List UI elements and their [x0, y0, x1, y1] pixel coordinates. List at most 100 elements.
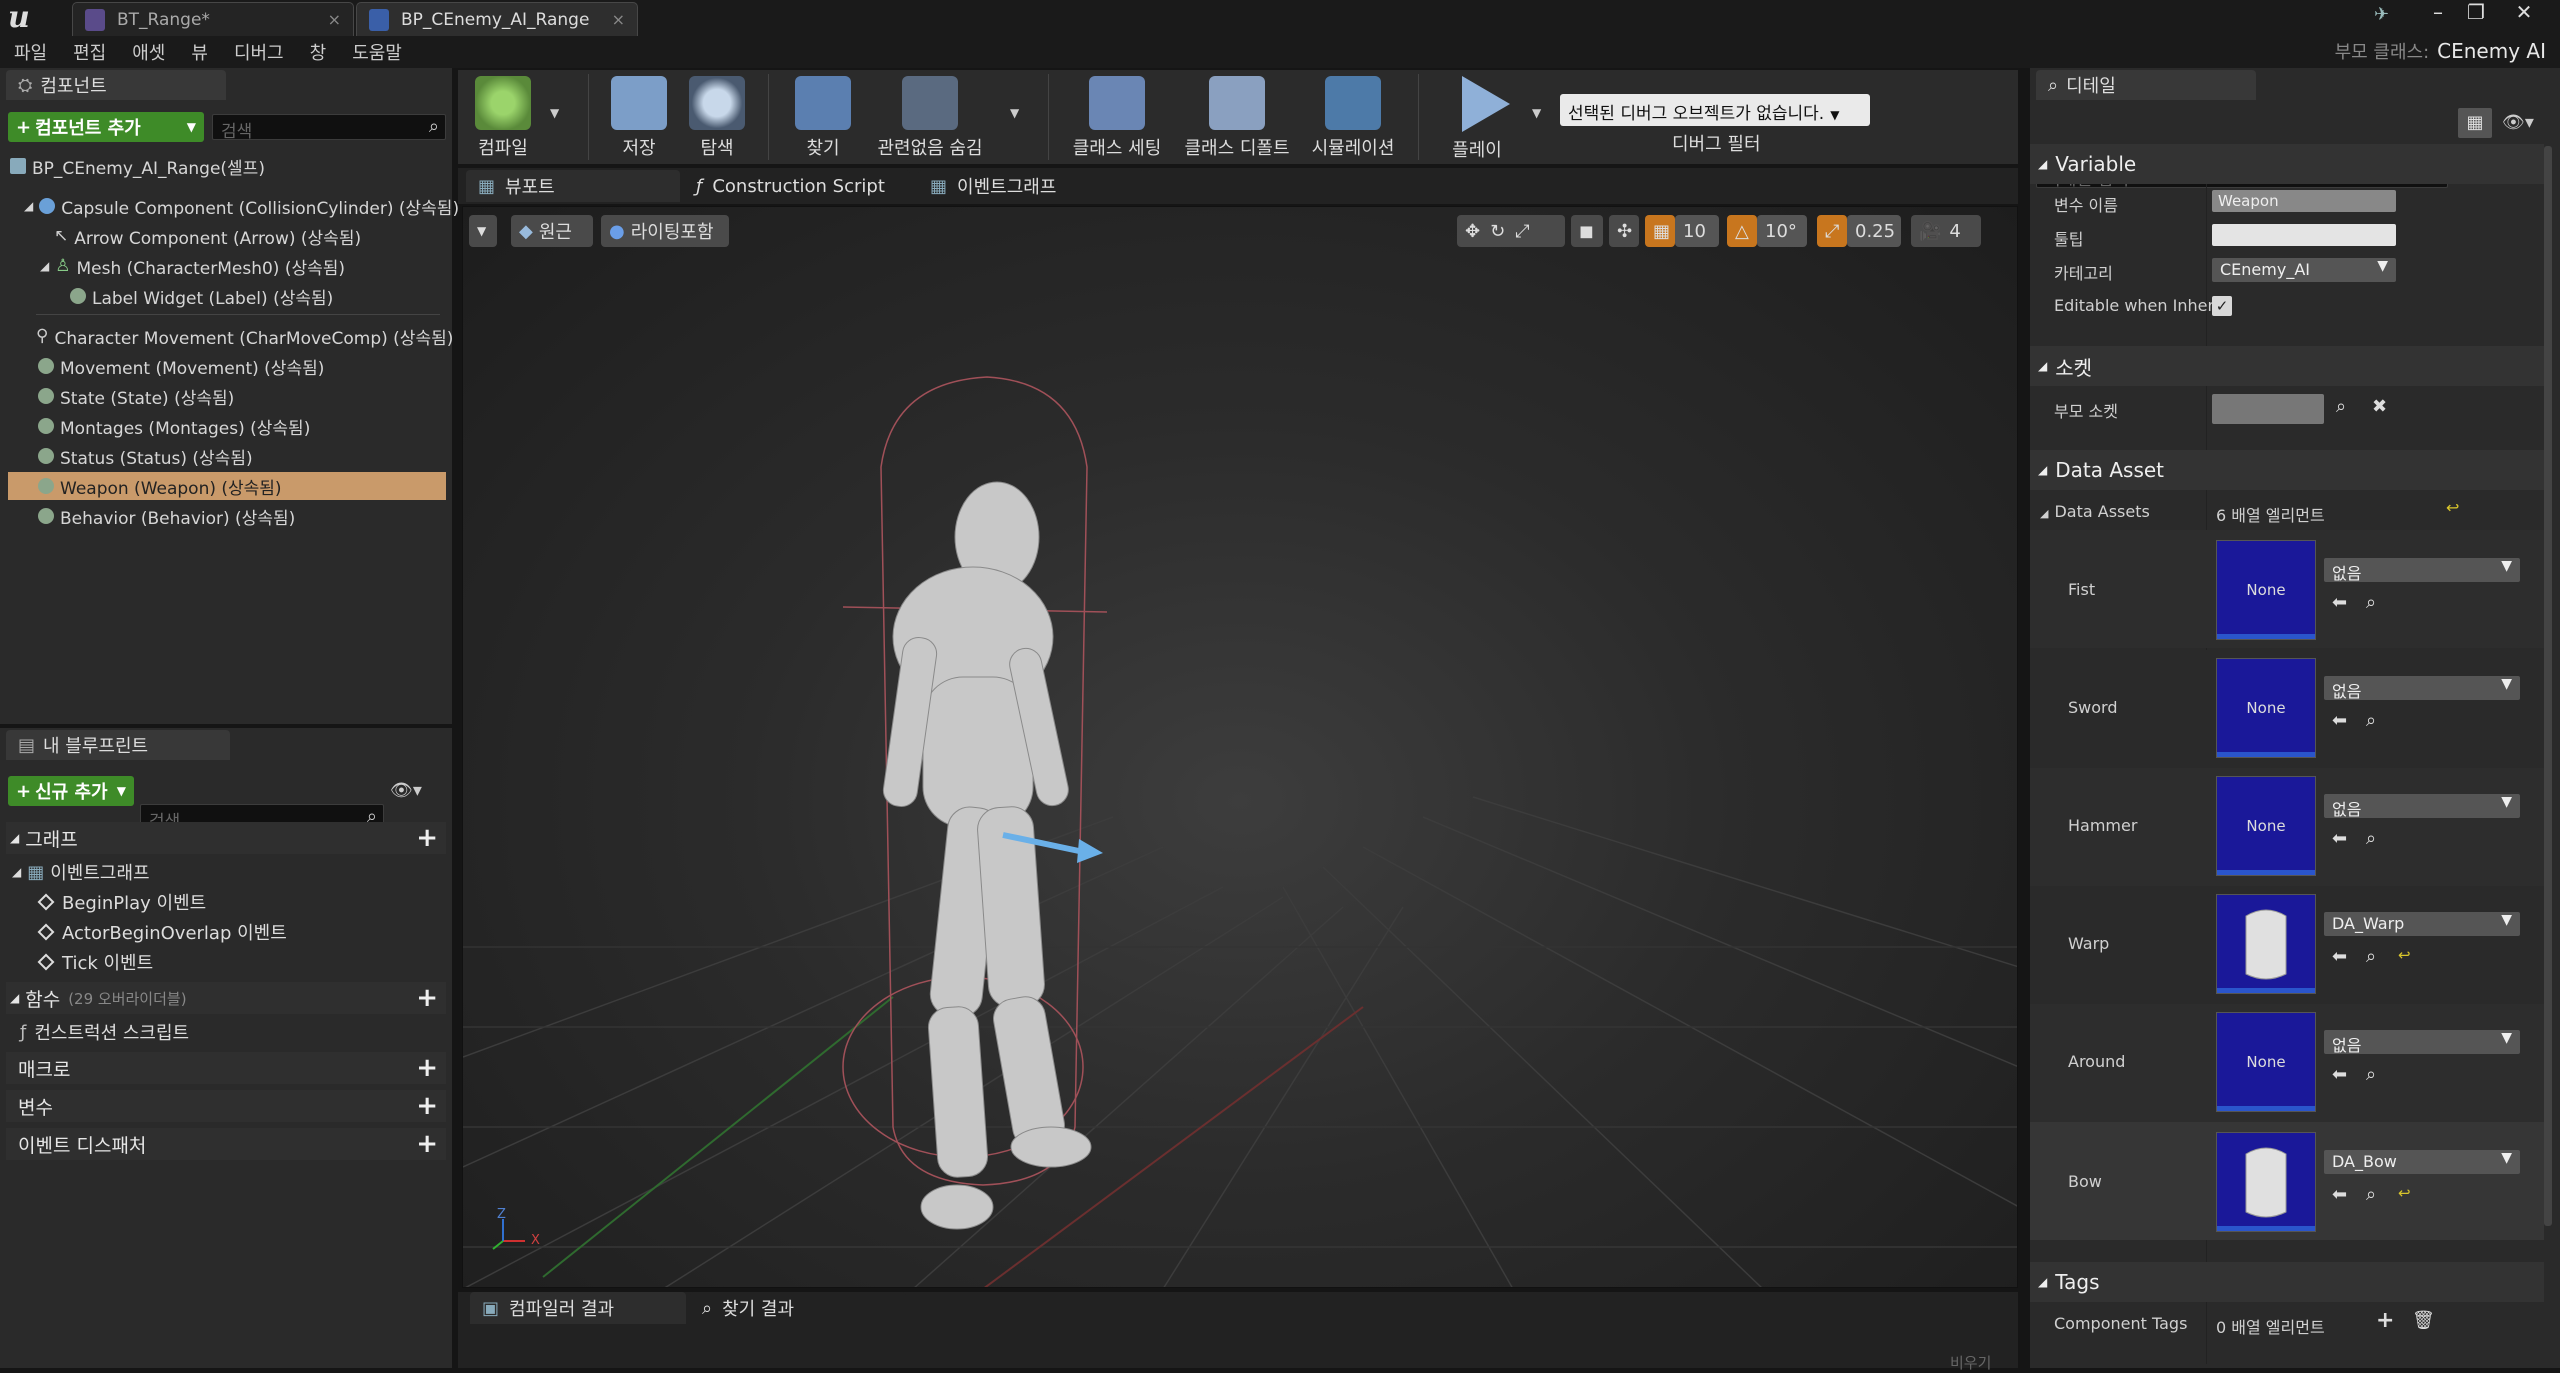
event-item[interactable]: BeginPlay 이벤트	[37, 888, 206, 916]
asset-thumbnail[interactable]	[2216, 894, 2316, 994]
browse-search-icon[interactable]: ⌕	[2366, 592, 2376, 613]
compile-button[interactable]: 컴파일	[458, 70, 548, 164]
restore-button[interactable]: ❐	[2458, 0, 2494, 24]
feedback-icon[interactable]: ✈	[2374, 4, 2400, 26]
category-data-asset[interactable]: ◢ Data Asset	[2030, 450, 2544, 490]
grid-snap-toggle[interactable]: ▦	[1645, 215, 1675, 247]
section-event-dispatchers[interactable]: 이벤트 디스패처 +	[6, 1128, 446, 1160]
find-button[interactable]: 찾기	[778, 70, 868, 164]
component-item[interactable]: ◢ Capsule Component (CollisionCylinder) …	[8, 192, 459, 220]
category-select[interactable]: CEnemy_AI ▼	[2212, 258, 2396, 282]
hide-unrelated-button[interactable]: 관련없음 숨김	[870, 70, 990, 164]
event-item[interactable]: ActorBeginOverlap 이벤트	[37, 918, 287, 946]
asset-select[interactable]: 없음 ▼	[2324, 558, 2520, 583]
reset-to-default-icon[interactable]: ↩	[2398, 1184, 2411, 1202]
scale-snap-toggle[interactable]: ⤢	[1817, 215, 1847, 247]
browse-search-icon[interactable]: ⌕	[2366, 946, 2376, 967]
eye-view-options-icon[interactable]: 👁▾	[2502, 112, 2534, 133]
add-component-button[interactable]: + 컴포넌트 추가 ▼	[8, 112, 204, 142]
close-icon[interactable]: ×	[612, 10, 625, 29]
parent-class-link[interactable]: CEnemy AI	[2437, 39, 2546, 63]
asset-thumbnail[interactable]: None	[2216, 658, 2316, 758]
component-root[interactable]: BP_CEnemy_AI_Range(셀프)	[10, 152, 448, 180]
menu-help[interactable]: 도움말	[352, 39, 402, 65]
browse-button[interactable]: 탐색	[672, 70, 762, 164]
editable-when-inherited-checkbox[interactable]: ✓	[2212, 296, 2232, 316]
use-selected-arrow-icon[interactable]: ⬅	[2332, 592, 2347, 613]
unreal-logo-icon[interactable]: u	[8, 2, 42, 34]
lit-mode-button[interactable]: ● 라이팅포함	[601, 215, 729, 247]
asset-select[interactable]: 없음 ▼	[2324, 676, 2520, 701]
browse-search-icon[interactable]: ⌕	[2366, 1064, 2376, 1085]
browse-search-icon[interactable]: ⌕	[2366, 828, 2376, 849]
component-item[interactable]: Montages (Montages) (상속됨)	[8, 412, 446, 440]
category-tags[interactable]: ◢ Tags	[2030, 1262, 2544, 1302]
reset-to-default-icon[interactable]: ↩	[2398, 946, 2411, 964]
menu-asset[interactable]: 애셋	[132, 39, 165, 65]
add-variable-button[interactable]: +	[416, 1091, 438, 1121]
rotate-icon[interactable]: ↻	[1490, 221, 1505, 242]
class-settings-button[interactable]: 클래스 세팅	[1062, 70, 1172, 164]
section-functions[interactable]: ◢ 함수 (29 오버라이더블) +	[6, 982, 446, 1014]
component-item[interactable]: Behavior (Behavior) (상속됨)	[8, 502, 446, 530]
asset-thumbnail[interactable]: None	[2216, 540, 2316, 640]
category-socket[interactable]: ◢ 소켓	[2030, 346, 2544, 386]
tab-construction-script[interactable]: ƒ Construction Script	[684, 170, 910, 202]
menu-debug[interactable]: 디버그	[234, 39, 284, 65]
variable-name-input[interactable]: Weapon	[2212, 190, 2396, 212]
search-icon[interactable]: ⌕	[2336, 396, 2346, 417]
viewport-options-button[interactable]: ▼	[469, 215, 497, 247]
asset-select[interactable]: DA_Warp ▼	[2324, 912, 2520, 936]
rotation-snap-toggle[interactable]: △	[1727, 215, 1757, 247]
add-graph-button[interactable]: +	[416, 823, 438, 853]
asset-thumbnail[interactable]	[2216, 1132, 2316, 1232]
tab-compiler-results[interactable]: ▣ 컴파일러 결과	[470, 1292, 686, 1324]
use-selected-arrow-icon[interactable]: ⬅	[2332, 710, 2347, 731]
close-window-button[interactable]: ✕	[2506, 0, 2542, 24]
scale-snap-value[interactable]: 0.25	[1847, 215, 1901, 247]
chevron-down-icon[interactable]: ▼	[1010, 106, 1019, 120]
menu-view[interactable]: 뷰	[191, 39, 208, 65]
asset-select[interactable]: 없음 ▼	[2324, 1030, 2520, 1055]
perspective-button[interactable]: ◆ 원근	[511, 215, 593, 247]
parent-socket-input[interactable]	[2212, 394, 2324, 424]
use-selected-arrow-icon[interactable]: ⬅	[2332, 946, 2347, 967]
eye-view-options-icon[interactable]: 👁▾	[390, 780, 440, 804]
add-element-plus-icon[interactable]: +	[2376, 1308, 2394, 1333]
component-item-selected[interactable]: Weapon (Weapon) (상속됨)	[8, 472, 446, 500]
tab-bt-range[interactable]: BT_Range* ×	[72, 2, 354, 36]
asset-thumbnail[interactable]: None	[2216, 776, 2316, 876]
component-item[interactable]: ↖ Arrow Component (Arrow) (상속됨)	[8, 222, 446, 250]
use-selected-arrow-icon[interactable]: ⬅	[2332, 1064, 2347, 1085]
section-macros[interactable]: 매크로 +	[6, 1052, 446, 1084]
world-local-button[interactable]: ◼	[1571, 215, 1603, 247]
play-button[interactable]: 플레이	[1432, 70, 1522, 164]
rotation-snap-value[interactable]: 10°	[1757, 215, 1807, 247]
transform-tools[interactable]: ✥ ↻ ⤢	[1457, 215, 1565, 247]
event-graph-item[interactable]: ◢ ▦ 이벤트그래프	[12, 858, 150, 886]
tab-components[interactable]: ⛭ 컴포넌트	[6, 70, 226, 100]
simulation-button[interactable]: 시뮬레이션	[1298, 70, 1408, 164]
add-dispatcher-button[interactable]: +	[416, 1129, 438, 1159]
event-item[interactable]: Tick 이벤트	[37, 948, 153, 976]
component-item[interactable]: Movement (Movement) (상속됨)	[8, 352, 446, 380]
add-new-button[interactable]: + 신규 추가 ▼	[8, 776, 134, 806]
class-defaults-button[interactable]: 클래스 디폴트	[1182, 70, 1292, 164]
category-variable[interactable]: ◢ Variable	[2030, 144, 2544, 184]
chevron-down-icon[interactable]: ▼	[1532, 106, 1541, 120]
property-matrix-button[interactable]: ▦	[2458, 108, 2492, 138]
clear-button[interactable]: 비우기	[1950, 1352, 1991, 1373]
save-button[interactable]: 저장	[594, 70, 684, 164]
menu-file[interactable]: 파일	[14, 39, 47, 65]
component-item[interactable]: ⚲ Character Movement (CharMoveComp) (상속됨…	[8, 322, 453, 350]
translate-icon[interactable]: ✥	[1465, 221, 1480, 242]
asset-select[interactable]: 없음 ▼	[2324, 794, 2520, 819]
clear-icon[interactable]: ✖	[2372, 396, 2387, 417]
tab-my-blueprint[interactable]: ▤ 내 블루프린트	[6, 730, 230, 760]
surface-snap-button[interactable]: ✣	[1609, 215, 1639, 247]
data-assets-label[interactable]: ◢ Data Assets	[2040, 502, 2150, 521]
section-graph[interactable]: ◢ 그래프 +	[6, 822, 446, 854]
use-selected-arrow-icon[interactable]: ⬅	[2332, 828, 2347, 849]
minimize-button[interactable]: –	[2420, 0, 2456, 24]
browse-search-icon[interactable]: ⌕	[2366, 710, 2376, 731]
